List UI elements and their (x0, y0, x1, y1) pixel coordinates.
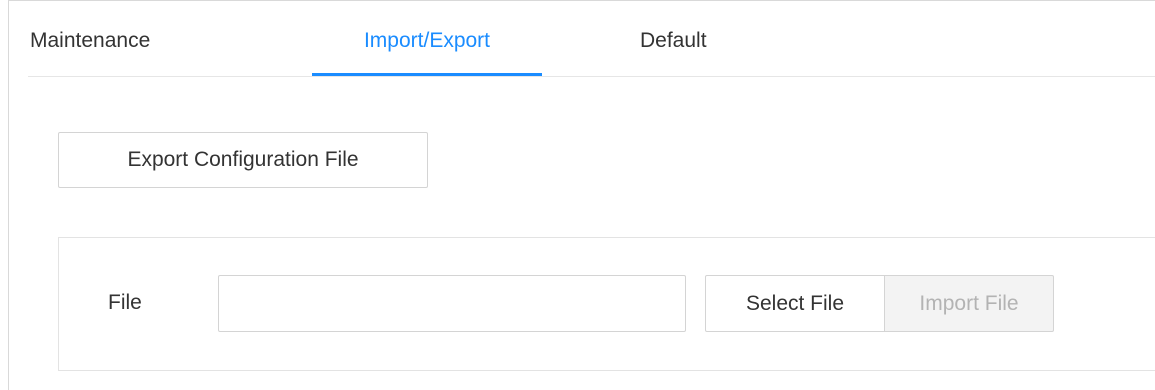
import-file-button[interactable]: Import File (884, 275, 1054, 332)
tab-default[interactable]: Default (640, 0, 780, 76)
file-label: File (108, 291, 142, 314)
select-file-button[interactable]: Select File (705, 275, 885, 332)
file-path-input[interactable] (218, 275, 686, 332)
tab-bar (28, 0, 1155, 77)
export-configuration-file-button[interactable]: Export Configuration File (58, 132, 428, 188)
tab-maintenance[interactable]: Maintenance (30, 0, 190, 76)
tab-import-export[interactable]: Import/Export (312, 0, 542, 76)
active-tab-indicator (312, 73, 542, 76)
